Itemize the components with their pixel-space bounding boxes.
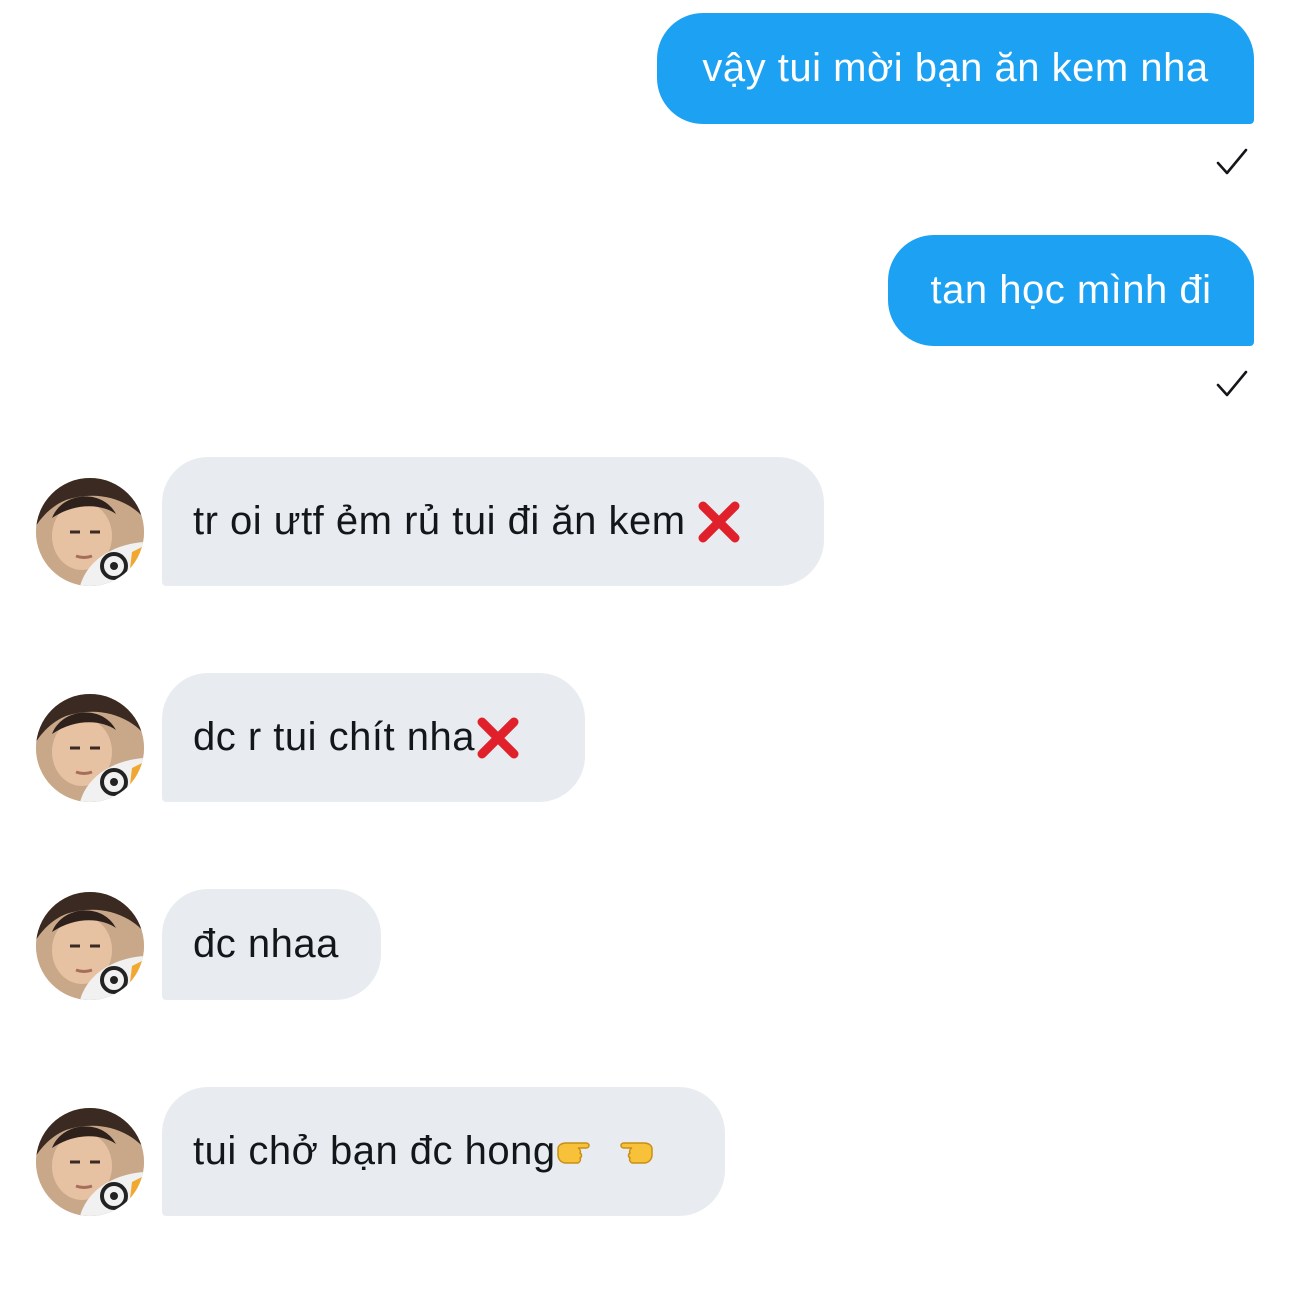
message-text: tui chở bạn đc hong bbox=[193, 1129, 556, 1173]
incoming-message-bubble[interactable]: tr oi ưtf ẻm rủ tui đi ăn kem bbox=[162, 457, 824, 586]
message-text: vậy tui mời bạn ăn kem nha bbox=[702, 46, 1209, 90]
outgoing-message-bubble[interactable]: tan học mình đi bbox=[888, 235, 1254, 346]
message-text: dc r tui chít nha bbox=[193, 715, 475, 759]
incoming-message-bubble[interactable]: dc r tui chít nha bbox=[162, 673, 585, 802]
pointing-left-emoji-icon bbox=[619, 1141, 653, 1164]
incoming-message-bubble[interactable]: tui chở bạn đc hong bbox=[162, 1087, 725, 1216]
cross-mark-emoji-icon bbox=[477, 717, 519, 758]
incoming-message-bubble[interactable]: đc nhaa bbox=[162, 889, 381, 1000]
cross-mark-emoji-icon bbox=[698, 501, 740, 542]
message-text: tan học mình đi bbox=[930, 268, 1212, 312]
contact-avatar[interactable] bbox=[36, 1108, 144, 1216]
outgoing-message-bubble[interactable]: vậy tui mời bạn ăn kem nha bbox=[657, 13, 1254, 124]
contact-avatar[interactable] bbox=[36, 694, 144, 802]
conversation-thread: vậy tui mời bạn ăn kem nha tan học mình … bbox=[0, 0, 1290, 1294]
message-text: đc nhaa bbox=[193, 922, 339, 966]
checkmark-icon bbox=[1216, 148, 1248, 175]
contact-avatar[interactable] bbox=[36, 478, 144, 586]
message-text: tr oi ưtf ẻm rủ tui đi ăn kem bbox=[193, 499, 686, 543]
contact-avatar[interactable] bbox=[36, 892, 144, 1000]
pointing-right-emoji-icon bbox=[556, 1141, 590, 1164]
checkmark-icon bbox=[1216, 370, 1248, 397]
